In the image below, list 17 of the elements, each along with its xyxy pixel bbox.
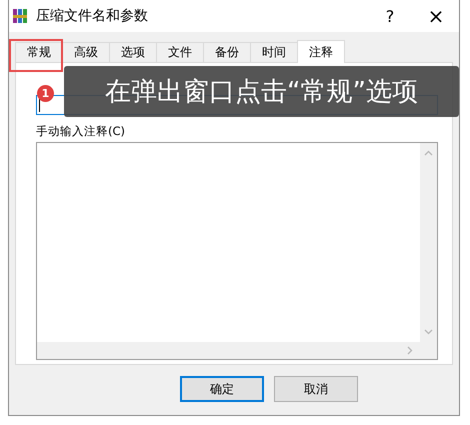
close-button[interactable]: × (413, 0, 459, 32)
dialog-button[interactable]: 确定 (180, 376, 264, 402)
up-chevron-icon[interactable] (424, 150, 433, 156)
highlight-frame (9, 39, 63, 72)
horizontal-scrollbar[interactable] (37, 342, 437, 359)
right-chevron-icon[interactable] (407, 346, 413, 355)
down-chevron-icon[interactable] (424, 329, 433, 335)
tab[interactable]: 常规 (15, 42, 63, 62)
comment-textarea[interactable] (36, 142, 438, 360)
books-icon (13, 9, 27, 23)
help-button[interactable]: ? (367, 0, 413, 32)
instruction-tooltip: 在弹出窗口点击“常规”选项 (64, 66, 459, 117)
tab[interactable]: 注释 (297, 40, 345, 63)
vertical-scrollbar[interactable] (420, 143, 437, 342)
dialog-button[interactable]: 取消 (274, 376, 358, 402)
comment-label: 手动输入注释(C) (36, 124, 126, 139)
window-title: 压缩文件名和参数 (36, 7, 148, 25)
